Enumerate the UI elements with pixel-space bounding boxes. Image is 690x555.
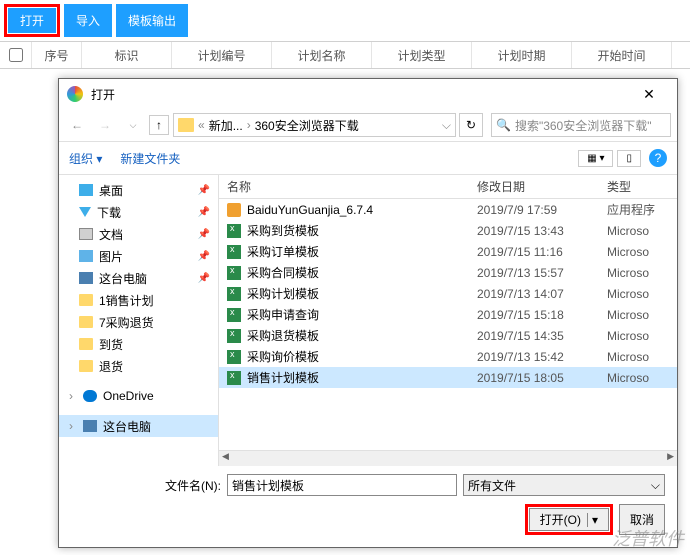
col-plan-type[interactable]: 计划类型 xyxy=(372,42,472,68)
file-date: 2019/7/13 15:42 xyxy=(469,350,599,364)
help-icon[interactable]: ? xyxy=(649,149,667,167)
file-date: 2019/7/15 15:18 xyxy=(469,308,599,322)
organize-menu[interactable]: 组织 ▾ xyxy=(69,150,102,167)
file-name: 采购到货模板 xyxy=(247,222,319,239)
close-icon[interactable]: ✕ xyxy=(629,86,669,103)
tree-folder[interactable]: 7采购退货 xyxy=(59,311,218,333)
filename-label: 文件名(N): xyxy=(71,477,221,494)
file-name: 采购订单模板 xyxy=(247,243,319,260)
file-name: 销售计划模板 xyxy=(247,369,319,386)
new-folder-button[interactable]: 新建文件夹 xyxy=(120,150,180,167)
col-filename[interactable]: 名称 xyxy=(219,178,469,195)
view-mode-button[interactable]: ▦ ▾ xyxy=(578,150,613,167)
dialog-title: 打开 xyxy=(91,86,629,103)
file-name: 采购询价模板 xyxy=(247,348,319,365)
file-name: 采购退货模板 xyxy=(247,327,319,344)
xls-icon xyxy=(227,371,241,385)
file-date: 2019/7/15 18:05 xyxy=(469,371,599,385)
tree-pictures[interactable]: 图片📌 xyxy=(59,245,218,267)
tree-folder[interactable]: 1销售计划 xyxy=(59,289,218,311)
col-filetype[interactable]: 类型 xyxy=(599,178,677,195)
file-date: 2019/7/15 13:43 xyxy=(469,224,599,238)
tree-desktop[interactable]: 桌面📌 xyxy=(59,179,218,201)
select-all-checkbox[interactable] xyxy=(9,48,23,62)
cancel-button[interactable]: 取消 xyxy=(619,504,665,535)
file-type: Microso xyxy=(599,287,677,301)
col-plan-name[interactable]: 计划名称 xyxy=(272,42,372,68)
tree-downloads[interactable]: 下载📌 xyxy=(59,201,218,223)
file-date: 2019/7/9 17:59 xyxy=(469,203,599,217)
chevron-down-icon[interactable]: ▾ xyxy=(587,513,598,527)
import-button[interactable]: 导入 xyxy=(64,4,112,37)
file-row[interactable]: 采购询价模板 2019/7/13 15:42Microso xyxy=(219,346,677,367)
tree-folder[interactable]: 退货 xyxy=(59,355,218,377)
file-list[interactable]: BaiduYunGuanjia_6.7.4 2019/7/9 17:59应用程序采… xyxy=(219,199,677,450)
filename-input[interactable] xyxy=(227,474,457,496)
template-export-button[interactable]: 模板输出 xyxy=(116,4,188,37)
refresh-icon[interactable]: ↻ xyxy=(459,113,483,137)
xls-icon xyxy=(227,350,241,364)
forward-icon[interactable]: → xyxy=(93,113,117,137)
file-row[interactable]: 采购合同模板 2019/7/13 15:57Microso xyxy=(219,262,677,283)
col-plan-no[interactable]: 计划编号 xyxy=(172,42,272,68)
xls-icon xyxy=(227,329,241,343)
search-input[interactable]: 🔍搜索"360安全浏览器下载" xyxy=(491,113,671,137)
file-name: BaiduYunGuanjia_6.7.4 xyxy=(247,203,373,217)
xls-icon xyxy=(227,287,241,301)
back-icon[interactable]: ← xyxy=(65,113,89,137)
file-date: 2019/7/13 14:07 xyxy=(469,287,599,301)
file-row[interactable]: 采购退货模板 2019/7/15 14:35Microso xyxy=(219,325,677,346)
file-date: 2019/7/15 14:35 xyxy=(469,329,599,343)
file-type: Microso xyxy=(599,350,677,364)
xls-icon xyxy=(227,224,241,238)
xls-icon xyxy=(227,308,241,322)
col-moddate[interactable]: 修改日期 xyxy=(469,178,599,195)
file-filter-dropdown[interactable]: 所有文件 xyxy=(463,474,665,496)
file-row[interactable]: 销售计划模板 2019/7/15 18:05Microso xyxy=(219,367,677,388)
file-row[interactable]: 采购申请查询 2019/7/15 15:18Microso xyxy=(219,304,677,325)
tree-this-pc[interactable]: ›这台电脑 xyxy=(59,415,218,437)
xls-icon xyxy=(227,245,241,259)
breadcrumb[interactable]: 360安全浏览器下载 xyxy=(255,117,359,134)
col-seq[interactable]: 序号 xyxy=(32,42,82,68)
col-start-time[interactable]: 开始时间 xyxy=(572,42,672,68)
col-plan-time[interactable]: 计划时期 xyxy=(472,42,572,68)
up-icon[interactable]: ↑ xyxy=(149,115,169,135)
tree-onedrive[interactable]: ›OneDrive xyxy=(59,385,218,407)
open-file-dialog: 打开 ✕ ← → ⌵ ↑ « 新加... › 360安全浏览器下载 ⌵ ↻ 🔍搜… xyxy=(58,78,678,548)
preview-pane-button[interactable]: ▯ xyxy=(617,150,641,167)
recent-dropdown-icon[interactable]: ⌵ xyxy=(121,113,145,137)
file-name: 采购合同模板 xyxy=(247,264,319,281)
file-type: Microso xyxy=(599,329,677,343)
folder-tree[interactable]: 桌面📌 下载📌 文档📌 图片📌 这台电脑📌 1销售计划 7采购退货 到货 退货 … xyxy=(59,175,219,466)
file-date: 2019/7/13 15:57 xyxy=(469,266,599,280)
file-type: Microso xyxy=(599,224,677,238)
tree-this-pc[interactable]: 这台电脑📌 xyxy=(59,267,218,289)
col-mark[interactable]: 标识 xyxy=(82,42,172,68)
file-row[interactable]: BaiduYunGuanjia_6.7.4 2019/7/9 17:59应用程序 xyxy=(219,199,677,220)
address-bar[interactable]: « 新加... › 360安全浏览器下载 ⌵ xyxy=(173,113,456,137)
file-name: 采购申请查询 xyxy=(247,306,319,323)
open-button[interactable]: 打开 xyxy=(8,8,56,33)
folder-icon xyxy=(178,118,194,132)
table-header: 序号 标识 计划编号 计划名称 计划类型 计划时期 开始时间 xyxy=(0,41,690,69)
file-date: 2019/7/15 11:16 xyxy=(469,245,599,259)
open-file-button[interactable]: 打开(O)▾ xyxy=(529,508,609,531)
file-row[interactable]: 采购订单模板 2019/7/15 11:16Microso xyxy=(219,241,677,262)
horizontal-scrollbar[interactable] xyxy=(219,450,677,466)
file-type: Microso xyxy=(599,245,677,259)
file-name: 采购计划模板 xyxy=(247,285,319,302)
file-type: 应用程序 xyxy=(599,201,677,218)
exe-icon xyxy=(227,203,241,217)
tree-folder[interactable]: 到货 xyxy=(59,333,218,355)
app-icon xyxy=(67,86,83,102)
breadcrumb[interactable]: 新加... xyxy=(209,117,243,134)
file-row[interactable]: 采购到货模板 2019/7/15 13:43Microso xyxy=(219,220,677,241)
tree-documents[interactable]: 文档📌 xyxy=(59,223,218,245)
file-type: Microso xyxy=(599,266,677,280)
file-type: Microso xyxy=(599,308,677,322)
xls-icon xyxy=(227,266,241,280)
file-row[interactable]: 采购计划模板 2019/7/13 14:07Microso xyxy=(219,283,677,304)
file-type: Microso xyxy=(599,371,677,385)
